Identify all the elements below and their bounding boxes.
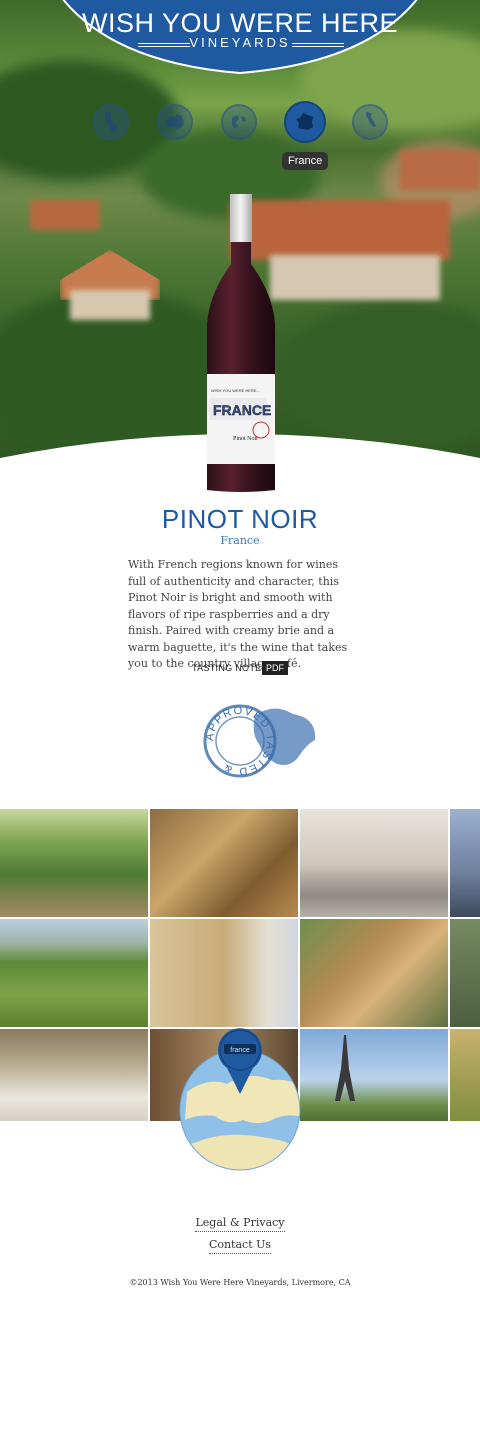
legal-privacy-text[interactable]: Legal & Privacy — [195, 1216, 285, 1232]
contact-us-text[interactable]: Contact Us — [208, 1238, 272, 1254]
wine-country: France — [220, 534, 260, 547]
copyright-notice: ©2013 Wish You Were Here Vineyards, Live… — [129, 1278, 351, 1287]
wine-title: PINOT NOIR — [161, 504, 319, 534]
wine-description: With French regions known for wines full… — [128, 558, 348, 670]
legal-privacy-link[interactable]: Legal & Privacy — [0, 1216, 480, 1232]
australia-icon — [166, 114, 184, 129]
gallery-photo-eiffel-tower[interactable] — [300, 1029, 448, 1121]
region-france-button[interactable] — [284, 101, 326, 143]
wine-bottle-image: WISH YOU WERE HERE... FRANCE Pinot Noir — [207, 194, 275, 492]
gallery-photo-palace-courtyard[interactable] — [300, 809, 448, 917]
bottle-label-art: FRANCE — [213, 402, 271, 418]
tasting-notes-label: TASTING NOTES — [192, 663, 268, 673]
map-pin-label: france — [230, 1047, 250, 1054]
brand-subtitle: VINEYARDS — [189, 35, 291, 50]
region-tooltip: France — [282, 152, 329, 170]
logo-rule-right — [292, 43, 344, 47]
region-australia-button[interactable] — [157, 104, 193, 140]
italy-icon — [366, 112, 376, 127]
contact-us-link[interactable]: Contact Us — [0, 1238, 480, 1254]
france-icon — [296, 113, 313, 130]
gallery-photo-village-street[interactable] — [300, 919, 448, 1027]
globe-icon — [232, 115, 246, 129]
tasted-approved-stamp: APPROVED TASTED & — [203, 704, 316, 778]
gallery-photo-shutters[interactable] — [450, 1029, 480, 1121]
gallery-photo-vineyard-rows[interactable] — [0, 809, 148, 917]
region-nav: France — [0, 101, 480, 174]
bottle-label-top: WISH YOU WERE HERE... — [211, 388, 260, 393]
gallery-photo-stone-house[interactable] — [150, 809, 298, 917]
gallery-photo-hotel-building[interactable] — [150, 919, 298, 1027]
gallery-photo-terrace-dining[interactable] — [0, 1029, 148, 1121]
region-world-button[interactable] — [221, 104, 257, 140]
region-california-button[interactable] — [93, 104, 129, 140]
gallery-photo-city[interactable] — [450, 809, 480, 917]
california-icon — [105, 112, 117, 132]
region-italy-button[interactable] — [352, 104, 388, 140]
tasting-notes-pdf-button[interactable]: PDF — [262, 661, 288, 675]
france-map-pin[interactable]: france — [177, 1022, 303, 1172]
gallery-photo-vineyard-hills[interactable] — [0, 919, 148, 1027]
bottle-label-varietal: Pinot Noir — [233, 436, 258, 442]
eiffel-tower-icon — [335, 1035, 355, 1101]
gallery-photo-garden[interactable] — [450, 919, 480, 1027]
